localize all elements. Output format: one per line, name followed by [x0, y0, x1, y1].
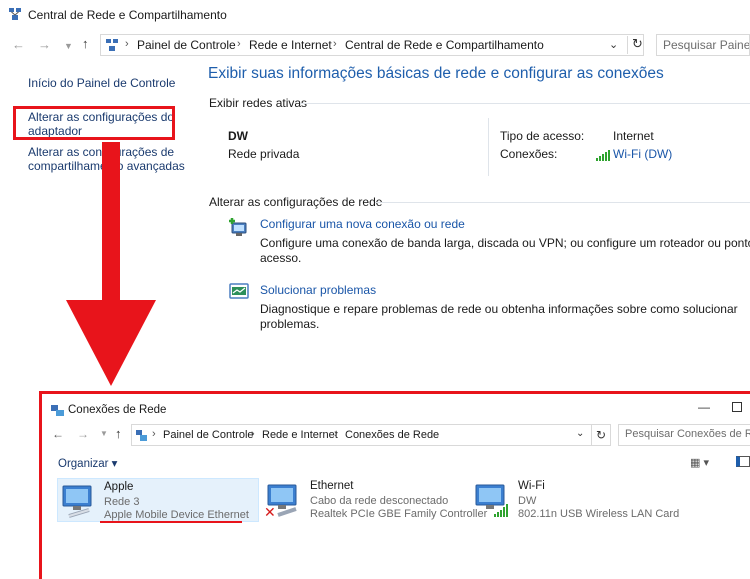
new-connection-link[interactable]: Configurar uma nova conexão ou rede — [260, 217, 465, 231]
desc-line: Diagnostique e repare problemas de rede … — [260, 302, 738, 316]
network-adapter-icon — [59, 482, 97, 520]
chevron-right-icon: › — [334, 428, 338, 440]
chevron-right-icon: › — [237, 38, 241, 50]
highlight-box — [13, 106, 175, 140]
active-networks-label: Exibir redes ativas — [209, 96, 308, 110]
access-type-value: Internet — [613, 129, 654, 143]
chevron-right-icon: › — [125, 38, 129, 50]
up-arrow-icon[interactable]: ↑ — [82, 36, 89, 52]
forward-arrow-icon[interactable]: → — [77, 427, 89, 441]
network-divider — [488, 118, 489, 176]
new-connection-icon — [228, 217, 250, 239]
back-arrow-icon[interactable]: ← — [12, 37, 25, 53]
new-connection-description: Configure uma conexão de banda larga, di… — [260, 236, 750, 266]
adapter-status: Rede 3 — [104, 496, 140, 508]
sidebar-home-link[interactable]: Início do Painel de Controle — [28, 76, 175, 90]
organize-menu[interactable]: Organizar ▾ — [58, 456, 117, 470]
address-bar[interactable]: › Painel de Controle › Rede e Internet ›… — [131, 424, 609, 446]
network-connections-icon — [51, 404, 65, 416]
breadcrumb-control-panel[interactable]: Painel de Controle — [137, 38, 236, 52]
adapter-device: Realtek PCIe GBE Family Controller — [310, 508, 488, 520]
breadcrumb-network-internet[interactable]: Rede e Internet — [249, 38, 332, 52]
network-name: DW — [228, 129, 248, 143]
adapter-status: Cabo da rede desconectado — [310, 495, 449, 507]
maximize-button[interactable] — [732, 402, 742, 412]
adapter-status: DW — [518, 495, 537, 507]
window-title: Central de Rede e Compartilhamento — [28, 8, 227, 22]
minimize-button[interactable]: — — [698, 400, 710, 414]
change-settings-label: Alterar as configurações de rede — [209, 195, 383, 209]
change-view-icon[interactable]: ▦ ▾ — [690, 456, 709, 469]
search-input[interactable]: Pesquisar Conexões de Rede — [618, 424, 750, 446]
troubleshoot-icon — [229, 283, 249, 301]
search-input[interactable]: Pesquisar Painel d — [656, 34, 750, 56]
adapter-tile[interactable]: Wi-Fi DW 802.11n USB Wireless LAN Card — [472, 478, 679, 522]
window-title: Conexões de Rede — [68, 404, 167, 416]
chevron-right-icon: › — [152, 428, 156, 440]
adapter-name: Wi-Fi — [518, 480, 545, 492]
network-connections-window: Conexões de Rede — ← → ▼ ↑ › Painel de C… — [39, 391, 750, 579]
desc-line: problemas. — [260, 317, 320, 331]
recent-locations-icon[interactable]: ▼ — [100, 429, 108, 438]
breadcrumb-network-center[interactable]: Central de Rede e Compartilhamento — [345, 38, 544, 52]
address-dropdown-icon[interactable]: ⌄ — [609, 38, 618, 51]
wifi-connection-link[interactable]: Wi-Fi (DW) — [613, 147, 672, 161]
adapter-name: Apple — [104, 481, 134, 493]
network-center-icon — [8, 7, 22, 21]
chevron-right-icon: › — [251, 428, 255, 440]
wifi-signal-icon — [494, 504, 510, 517]
network-type: Rede privada — [228, 147, 300, 161]
refresh-icon[interactable]: ↻ — [591, 424, 611, 446]
breadcrumb-network-connections[interactable]: Conexões de Rede — [345, 429, 439, 441]
chevron-right-icon: › — [333, 38, 337, 50]
forward-arrow-icon[interactable]: → — [38, 37, 51, 53]
access-type-label: Tipo de acesso: — [500, 129, 585, 143]
control-panel-icon — [105, 38, 119, 52]
adapter-tile[interactable]: ✕ Ethernet Cabo da rede desconectado Rea… — [264, 478, 488, 522]
adapter-device: 802.11n USB Wireless LAN Card — [518, 508, 680, 520]
breadcrumb-control-panel[interactable]: Painel de Controle — [163, 429, 254, 441]
up-arrow-icon[interactable]: ↑ — [115, 426, 122, 441]
section-divider — [300, 103, 750, 104]
desc-line: acesso. — [260, 251, 302, 265]
desc-line: Configure uma conexão de banda larga, di… — [260, 236, 750, 250]
disconnected-icon: ✕ — [264, 504, 276, 520]
page-title: Exibir suas informações básicas de rede … — [208, 65, 664, 82]
adapter-tile[interactable]: Apple Rede 3 Apple Mobile Device Etherne… — [57, 478, 259, 522]
arrow-down-icon — [66, 300, 156, 386]
preview-pane-icon[interactable] — [736, 456, 750, 467]
refresh-icon[interactable]: ↻ — [627, 36, 643, 54]
connections-label: Conexões: — [500, 147, 558, 161]
control-panel-icon — [136, 429, 148, 441]
breadcrumb-network-internet[interactable]: Rede e Internet — [262, 429, 338, 441]
wifi-signal-icon — [596, 148, 610, 161]
recent-locations-icon[interactable]: ▼ — [64, 38, 73, 54]
device-underline — [100, 521, 242, 523]
address-bar[interactable]: › Painel de Controle › Rede e Internet ›… — [100, 34, 644, 56]
troubleshoot-description: Diagnostique e repare problemas de rede … — [260, 302, 738, 332]
adapter-name: Ethernet — [310, 480, 354, 492]
troubleshoot-link[interactable]: Solucionar problemas — [260, 283, 376, 297]
back-arrow-icon[interactable]: ← — [52, 427, 64, 441]
address-dropdown-icon[interactable]: ⌄ — [576, 428, 584, 439]
section-divider — [375, 202, 750, 203]
